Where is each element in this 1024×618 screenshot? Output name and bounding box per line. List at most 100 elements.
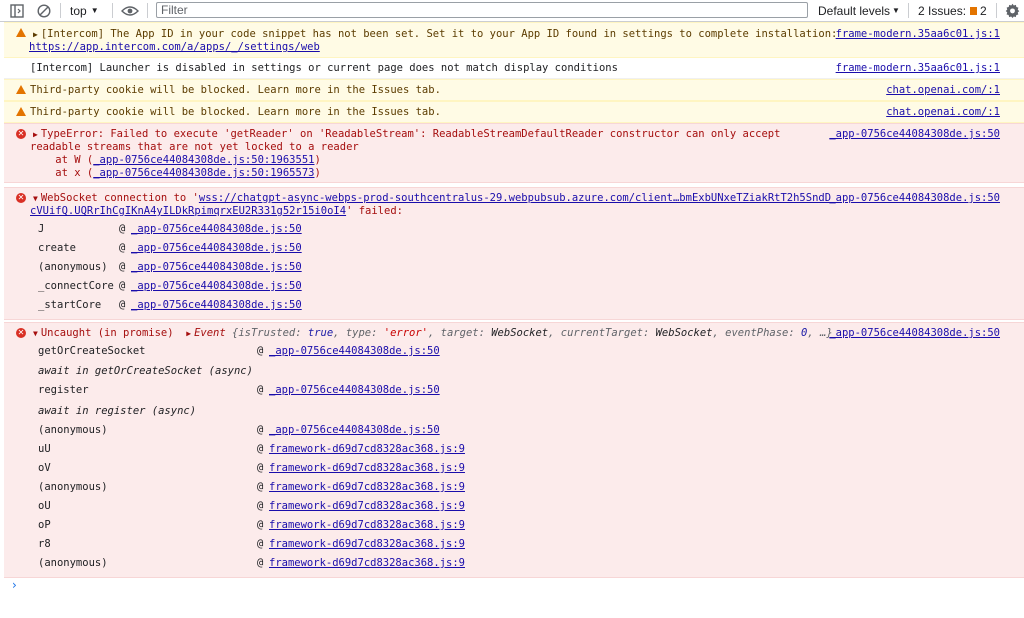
console-messages: ▶ [Intercom] The App ID in your code snip… — [4, 22, 1024, 578]
stack-at: @ — [257, 462, 264, 474]
error-prefix: Uncaught (in promise) — [40, 327, 174, 339]
stack-link[interactable]: _app-0756ce44084308de.js:50 — [131, 299, 302, 312]
error-text-line1: TypeError: Failed to execute 'getReader'… — [40, 128, 781, 140]
stack-link[interactable]: framework-d69d7cd8328ac368.js:9 — [269, 462, 465, 475]
stack-at: @ — [257, 424, 264, 436]
stack-at: @ — [257, 345, 264, 357]
stack-link[interactable]: framework-d69d7cd8328ac368.js:9 — [269, 481, 465, 494]
warning-icon — [16, 85, 26, 94]
stack-link[interactable]: _app-0756ce44084308de.js:50 — [131, 223, 302, 236]
collapse-triangle-icon[interactable]: ▼ — [33, 192, 38, 205]
expand-triangle-icon[interactable]: ▶ — [33, 28, 38, 41]
stack-link[interactable]: framework-d69d7cd8328ac368.js:9 — [269, 500, 465, 513]
context-label: top — [70, 3, 87, 18]
error-suffix: ' failed: — [346, 205, 403, 217]
stack-suffix: ) — [314, 167, 321, 179]
stack-at: @ — [119, 223, 126, 235]
console-error-message[interactable]: ✕ ▶ TypeError: Failed to execute 'getRead… — [4, 123, 1024, 183]
event-preview: {isTrusted: true, type: 'error', target:… — [232, 327, 833, 339]
stack-link[interactable]: _app-0756ce44084308de.js:50 — [131, 280, 302, 293]
stack-at: @ — [257, 557, 264, 569]
stack-at: @ — [119, 242, 126, 254]
expand-triangle-icon[interactable]: ▶ — [33, 128, 38, 141]
stack-function: oP — [38, 519, 51, 531]
message-text: [Intercom] The App ID in your code snipp… — [40, 28, 838, 40]
stack-function: (anonymous) — [38, 557, 108, 569]
console-warning-message[interactable]: ▶ [Intercom] The App ID in your code snip… — [4, 22, 1024, 58]
message-text: Third-party cookie will be blocked. Lear… — [30, 84, 441, 96]
stack-suffix: ) — [314, 154, 321, 166]
stack-prefix: at x ( — [30, 167, 94, 179]
stack-at: @ — [119, 299, 126, 311]
stack-link[interactable]: _app-0756ce44084308de.js:50 — [269, 384, 440, 397]
stack-function: (anonymous) — [38, 424, 108, 436]
stack-link[interactable]: framework-d69d7cd8328ac368.js:9 — [269, 519, 465, 532]
error-text-line2: readable streams that are not yet locked… — [30, 141, 359, 153]
console-error-message[interactable]: ✕ ▼ WebSocket connection to 'wss://chatgp… — [4, 187, 1024, 320]
stack-function: (anonymous) — [38, 481, 108, 493]
collapse-triangle-icon[interactable]: ▼ — [33, 327, 38, 340]
issues-button[interactable]: 2 Issues: 2 — [918, 0, 987, 21]
console-warning-message[interactable]: Third-party cookie will be blocked. Lear… — [4, 79, 1024, 101]
stack-function: _connectCore — [38, 280, 114, 292]
stack-link[interactable]: _app-0756ce44084308de.js:50 — [269, 424, 440, 437]
message-link[interactable]: https://app.intercom.com/a/apps/_/settin… — [29, 41, 320, 54]
console-warning-message[interactable]: Third-party cookie will be blocked. Lear… — [4, 101, 1024, 123]
dock-side-icon[interactable] — [10, 0, 24, 21]
stack-link[interactable]: framework-d69d7cd8328ac368.js:9 — [269, 443, 465, 456]
clear-console-icon[interactable] — [37, 0, 51, 21]
stack-function: J — [38, 223, 45, 235]
stack-function: uU — [38, 443, 51, 455]
settings-gear-icon[interactable] — [1005, 0, 1020, 21]
stack-at: @ — [257, 538, 264, 550]
stack-at: @ — [119, 280, 126, 292]
source-link[interactable]: _app-0756ce44084308de.js:50 — [829, 327, 1000, 340]
log-levels-label: Default levels — [818, 3, 891, 18]
warning-icon — [16, 107, 26, 116]
stack-at: @ — [119, 261, 126, 273]
chevron-down-icon: ▼ — [892, 6, 900, 15]
stack-function: getOrCreateSocket — [38, 345, 146, 357]
stack-function: register — [38, 384, 89, 396]
prompt-chevron-icon[interactable]: › — [12, 578, 17, 592]
stack-link[interactable]: framework-d69d7cd8328ac368.js:9 — [269, 557, 465, 570]
chevron-down-icon: ▼ — [90, 6, 99, 15]
stack-link[interactable]: _app-0756ce44084308de.js:50 — [131, 242, 302, 255]
console-error-message[interactable]: ✕ ▼ Uncaught (in promise) ▶ Event {isTrust… — [4, 322, 1024, 578]
source-link[interactable]: chat.openai.com/:1 — [886, 84, 1000, 97]
expand-triangle-icon[interactable]: ▶ — [186, 327, 191, 340]
stack-function: create — [38, 242, 76, 254]
stack-function: oV — [38, 462, 51, 474]
stack-function: r8 — [38, 538, 51, 550]
issue-flag-icon — [970, 6, 978, 15]
source-link[interactable]: chat.openai.com/:1 — [886, 106, 1000, 119]
websocket-url-link[interactable]: cVUifQ.UQRrIhCgIKnA4yILDkRpimqrxEU2R331g… — [30, 205, 346, 217]
stack-link[interactable]: _app-0756ce44084308de.js:50 — [269, 345, 440, 358]
source-link[interactable]: _app-0756ce44084308de.js:50 — [829, 192, 1000, 205]
source-link[interactable]: _app-0756ce44084308de.js:50 — [829, 128, 1000, 141]
source-link[interactable]: frame-modern.35aa6c01.js:1 — [836, 28, 1000, 41]
error-prefix: WebSocket connection to ' — [40, 192, 199, 204]
stack-link[interactable]: _app-0756ce44084308de.js:50:1965573 — [93, 167, 314, 179]
stack-at: @ — [257, 481, 264, 493]
stack-function: oU — [38, 500, 51, 512]
stack-at: @ — [257, 384, 264, 396]
source-link[interactable]: frame-modern.35aa6c01.js:1 — [836, 62, 1000, 75]
stack-link[interactable]: _app-0756ce44084308de.js:50:1963551 — [93, 154, 314, 166]
context-selector[interactable]: top ▼ — [70, 0, 99, 21]
error-icon: ✕ — [16, 328, 26, 338]
websocket-url-link[interactable]: wss://chatgpt-async-webps-prod-southcent… — [199, 192, 831, 204]
stack-link[interactable]: _app-0756ce44084308de.js:50 — [131, 261, 302, 274]
stack-prefix: at W ( — [30, 154, 94, 166]
message-text: Third-party cookie will be blocked. Lear… — [30, 106, 441, 118]
filter-input[interactable] — [156, 2, 808, 18]
log-levels-dropdown[interactable]: Default levels ▼ — [818, 0, 900, 21]
stack-at: @ — [257, 519, 264, 531]
error-icon: ✕ — [16, 193, 26, 203]
console-toolbar: top ▼ Default levels ▼ 2 Issues: 2 — [0, 0, 1024, 22]
issues-count: 2 — [980, 3, 987, 18]
console-log-message[interactable]: [Intercom] Launcher is disabled in setti… — [4, 58, 1024, 79]
live-expression-eye-icon[interactable] — [121, 0, 139, 21]
stack-link[interactable]: framework-d69d7cd8328ac368.js:9 — [269, 538, 465, 551]
warning-icon — [16, 28, 26, 37]
